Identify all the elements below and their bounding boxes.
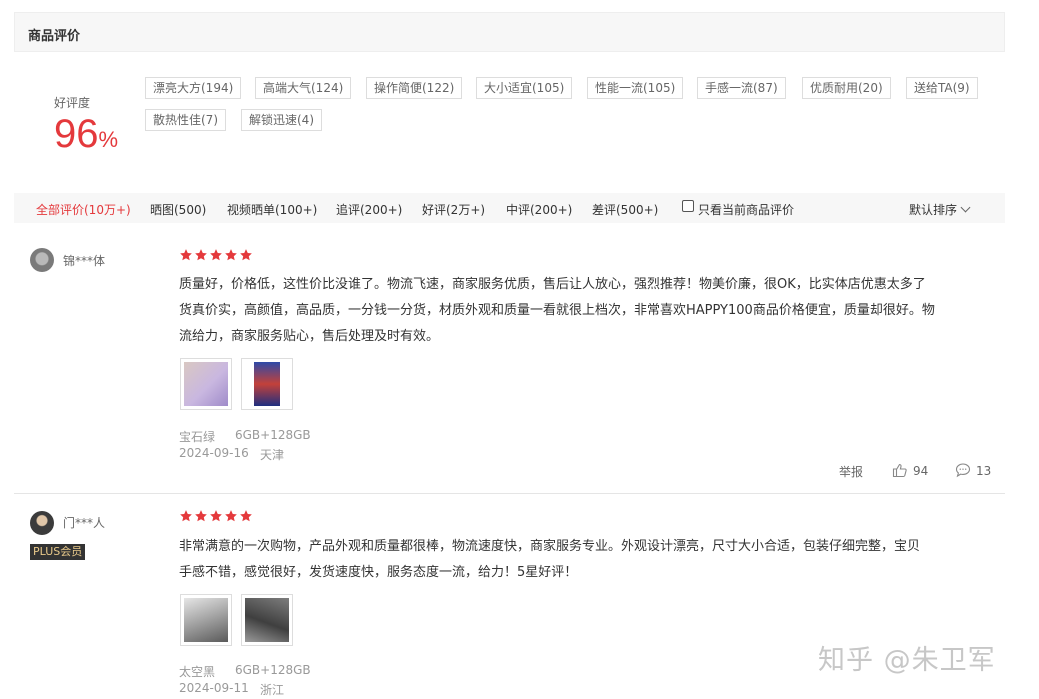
review-location: 天津 bbox=[260, 448, 285, 462]
chevron-down-icon bbox=[960, 202, 971, 213]
filter-bad[interactable]: 差评(500+) bbox=[592, 201, 658, 218]
watermark: 知乎 @朱卫军 bbox=[818, 645, 996, 676]
review-text-line: 货真价实，高颜值，高品质，一分钱一分货，材质外观和质量一看就很上档次，非常喜欢H… bbox=[179, 303, 935, 318]
rating-unit: % bbox=[98, 127, 119, 152]
avatar[interactable] bbox=[30, 248, 54, 272]
filter-good[interactable]: 好评(2万+) bbox=[422, 201, 485, 218]
review-text-line: 质量好，价格低，这性价比没谁了。物流飞速，商家服务优质，售后让人放心，强烈推荐！… bbox=[179, 277, 926, 292]
report-link[interactable]: 举报 bbox=[839, 463, 863, 480]
review-divider bbox=[14, 493, 1005, 494]
review-text-line: 非常满意的一次购物，产品外观和质量都很棒，物流速度快，商家服务专业。外观设计漂亮… bbox=[179, 539, 921, 554]
review-date: 2024-09-16 bbox=[179, 446, 249, 460]
star-rating bbox=[179, 509, 254, 525]
like-count: 94 bbox=[913, 464, 929, 478]
review-tag[interactable]: 大小适宜(105) bbox=[476, 77, 573, 99]
review-text-line: 流给力，商家服务贴心，售后处理及时有效。 bbox=[179, 329, 440, 344]
rating-value: 96% bbox=[54, 112, 118, 162]
review-tag[interactable]: 解锁迅速(4) bbox=[241, 109, 322, 131]
star-icon bbox=[224, 248, 238, 262]
rating-summary: 好评度 96% bbox=[14, 78, 144, 168]
reviewer-name: 门***人 bbox=[63, 516, 106, 530]
review-location: 浙江 bbox=[260, 683, 285, 697]
review-photo-thumbnail[interactable] bbox=[180, 358, 232, 410]
section-title: 商品评价 bbox=[28, 29, 81, 44]
star-icon bbox=[209, 248, 223, 262]
review-tag[interactable]: 散热性佳(7) bbox=[145, 109, 226, 131]
current-only-label[interactable]: 只看当前商品评价 bbox=[698, 201, 794, 218]
section-header: 商品评价 bbox=[14, 12, 1005, 52]
sort-label: 默认排序 bbox=[909, 203, 958, 217]
star-icon bbox=[179, 248, 193, 262]
phone-photo bbox=[245, 598, 289, 642]
comment-button[interactable]: 13 bbox=[955, 462, 991, 478]
comment-icon bbox=[955, 463, 971, 478]
review-photo-thumbnail[interactable] bbox=[241, 594, 293, 646]
plus-member-badge: PLUS会员 bbox=[30, 544, 86, 560]
review-tag[interactable]: 优质耐用(20) bbox=[802, 77, 891, 99]
star-icon bbox=[194, 248, 208, 262]
review-text-line: 手感不错，感觉很好，发货速度快，服务态度一流，给力！5星好评！ bbox=[179, 565, 578, 580]
review-tag[interactable]: 漂亮大方(194) bbox=[145, 77, 242, 99]
phone-photo bbox=[253, 362, 281, 406]
rating-number: 96 bbox=[54, 112, 99, 156]
filter-medium[interactable]: 中评(200+) bbox=[506, 201, 572, 218]
current-only-checkbox[interactable] bbox=[682, 200, 694, 212]
phone-photo bbox=[184, 362, 228, 406]
star-icon bbox=[179, 509, 193, 523]
filter-video[interactable]: 视频晒单(100+) bbox=[227, 201, 317, 218]
color-option: 太空黑 bbox=[179, 665, 216, 679]
star-rating bbox=[179, 248, 254, 264]
like-button[interactable]: 94 bbox=[892, 462, 928, 478]
spec-option: 6GB+128GB bbox=[235, 663, 311, 677]
phone-photo bbox=[184, 598, 228, 642]
review-tag[interactable]: 高端大气(124) bbox=[255, 77, 352, 99]
spec-option: 6GB+128GB bbox=[235, 428, 311, 442]
sort-dropdown[interactable]: 默认排序 bbox=[909, 201, 971, 218]
review-filter-bar: 全部评价(10万+) 晒图(500) 视频晒单(100+) 追评(200+) 好… bbox=[14, 193, 1005, 223]
color-option: 宝石绿 bbox=[179, 430, 216, 444]
rating-label: 好评度 bbox=[54, 96, 91, 110]
avatar[interactable] bbox=[30, 511, 54, 535]
star-icon bbox=[224, 509, 238, 523]
filter-pics[interactable]: 晒图(500) bbox=[150, 201, 206, 218]
review-photo-thumbnail[interactable] bbox=[180, 594, 232, 646]
star-icon bbox=[239, 509, 253, 523]
review-text: 非常满意的一次购物，产品外观和质量都很棒，物流速度快，商家服务专业。外观设计漂亮… bbox=[179, 534, 999, 586]
review-date: 2024-09-11 bbox=[179, 681, 249, 695]
filter-all[interactable]: 全部评价(10万+) bbox=[36, 201, 131, 218]
review-text: 质量好，价格低，这性价比没谁了。物流飞速，商家服务优质，售后让人放心，强烈推荐！… bbox=[179, 272, 999, 350]
star-icon bbox=[239, 248, 253, 262]
reviewer-name: 锦***体 bbox=[63, 254, 106, 268]
star-icon bbox=[194, 509, 208, 523]
filter-followup[interactable]: 追评(200+) bbox=[336, 201, 402, 218]
review-photo-thumbnail[interactable] bbox=[241, 358, 293, 410]
thumbs-up-icon bbox=[892, 463, 907, 478]
review-tag[interactable]: 操作简便(122) bbox=[366, 77, 463, 99]
review-tag[interactable]: 手感一流(87) bbox=[697, 77, 786, 99]
comment-count: 13 bbox=[976, 464, 992, 478]
star-icon bbox=[209, 509, 223, 523]
review-item: 锦***体 质量好，价格低，这性价比没谁了。物流飞速，商家服务优质，售后让人放心… bbox=[14, 236, 1005, 494]
review-tag[interactable]: 送给TA(9) bbox=[906, 77, 978, 99]
review-tag[interactable]: 性能一流(105) bbox=[587, 77, 684, 99]
